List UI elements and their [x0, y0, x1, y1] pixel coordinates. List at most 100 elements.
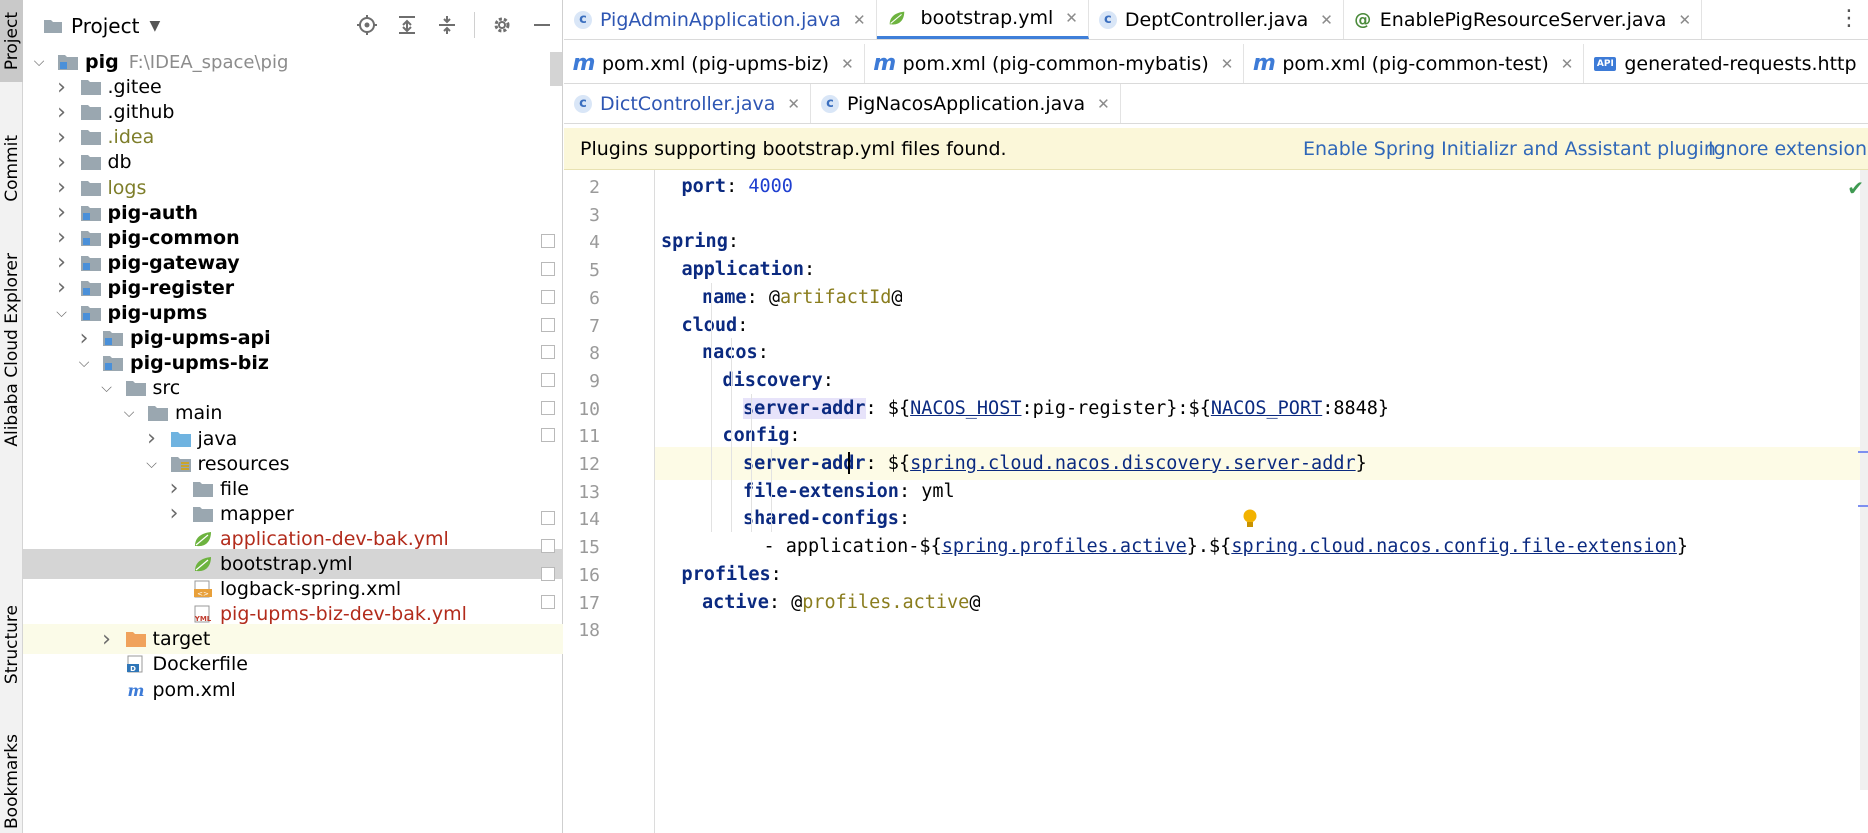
line-number: 6	[589, 287, 600, 309]
close-icon[interactable]: ✕	[1320, 11, 1333, 29]
chevron-right-icon[interactable]: ›	[166, 476, 182, 501]
chevron-right-icon[interactable]: ›	[54, 100, 70, 125]
project-view-selector[interactable]: Project ▼	[43, 14, 160, 38]
chevron-right-icon[interactable]: ›	[144, 426, 160, 451]
fold-marker-icon[interactable]	[541, 372, 555, 387]
tab-label: EnablePigResourceServer.java	[1379, 8, 1667, 31]
tree-item[interactable]: ›mpom.xml	[23, 675, 563, 705]
editor-tab[interactable]: APIgenerated-requests.http✕	[1584, 44, 1868, 83]
chevron-right-icon[interactable]: ›	[54, 225, 70, 250]
fold-marker-icon[interactable]	[541, 594, 555, 609]
chevron-down-icon[interactable]: ⌵	[54, 305, 70, 321]
editor-tab[interactable]: @ EnablePigResourceServer.java ✕	[1344, 0, 1703, 39]
gear-icon[interactable]	[489, 12, 515, 38]
error-stripe-mark[interactable]	[1858, 505, 1868, 507]
chevron-right-icon[interactable]: ›	[54, 125, 70, 150]
tree-item-label: mapper	[220, 502, 294, 525]
editor-tab[interactable]: c DeptController.java ✕	[1089, 0, 1344, 39]
folder-blue-icon	[170, 431, 191, 447]
lightbulb-icon[interactable]	[1242, 508, 1258, 530]
fold-marker-icon[interactable]	[541, 428, 555, 443]
fold-marker-icon[interactable]	[541, 566, 555, 581]
locate-icon[interactable]	[354, 12, 380, 38]
close-icon[interactable]: ✕	[1221, 55, 1234, 73]
code-token: :	[822, 369, 834, 391]
close-icon[interactable]: ✕	[1678, 11, 1691, 29]
close-icon[interactable]: ✕	[1065, 9, 1078, 27]
close-icon[interactable]: ✕	[853, 11, 866, 29]
close-icon[interactable]: ✕	[1097, 95, 1110, 113]
fold-marker-icon[interactable]	[541, 511, 555, 526]
chevron-down-icon[interactable]: ⌵	[99, 380, 115, 396]
toolstrip-tab-project[interactable]: Project	[0, 0, 23, 82]
chevron-right-icon[interactable]: ›	[54, 200, 70, 225]
fold-marker-icon[interactable]	[541, 317, 555, 332]
svg-text:<>: <>	[197, 590, 209, 598]
chevron-right-icon[interactable]: ›	[99, 627, 115, 652]
editor-tab[interactable]: m pom.xml (pig-upms-biz) ✕	[564, 44, 865, 83]
tree-item-label: main	[175, 402, 223, 425]
resources-icon	[170, 456, 191, 472]
no-problems-check-icon[interactable]: ✔	[1847, 176, 1864, 200]
code-token: spring.cloud.nacos.discovery.server-addr	[910, 453, 1356, 474]
chevron-right-icon[interactable]: ›	[54, 150, 70, 175]
tab-label: PigAdminApplication.java	[600, 8, 841, 31]
chevron-down-icon[interactable]: ⌵	[76, 355, 92, 371]
collapse-all-icon[interactable]	[434, 12, 460, 38]
code-token: NACOS_HOST	[910, 397, 1022, 419]
fold-marker-icon[interactable]	[541, 400, 555, 415]
editor-tab[interactable]: c PigAdminApplication.java ✕	[564, 0, 877, 39]
tree-item-label: src	[152, 377, 181, 400]
chevron-right-icon[interactable]: ›	[54, 75, 70, 100]
tree-item-label: pig-gateway	[107, 251, 240, 274]
code-token: :	[727, 231, 739, 253]
module-icon	[80, 280, 101, 296]
code-token: 4000	[748, 176, 793, 197]
editor-tab[interactable]: c PigNacosApplication.java ✕	[811, 84, 1121, 123]
chevron-right-icon[interactable]: ›	[166, 501, 182, 526]
editor-tab-row: c DictController.java ✕ c PigNacosApplicatio…	[564, 84, 1868, 124]
chevron-down-icon[interactable]: ⌵	[31, 54, 47, 70]
project-title: Project	[71, 14, 140, 38]
chevron-right-icon[interactable]: ›	[54, 275, 70, 300]
editor-scrollbar[interactable]	[1860, 170, 1868, 790]
code-token: :	[737, 314, 749, 336]
close-icon[interactable]: ✕	[841, 55, 854, 73]
chevron-right-icon[interactable]: ›	[54, 175, 70, 200]
editor-tab[interactable]: m pom.xml (pig-common-mybatis) ✕	[865, 44, 1245, 83]
tree-item-label: pig-upms-api	[130, 327, 271, 350]
code-token: : ${	[865, 453, 911, 474]
toolstrip-tab-bookmarks[interactable]: Bookmarks	[0, 730, 23, 833]
chevron-down-icon[interactable]: ⌵	[144, 456, 160, 472]
chevron-right-icon[interactable]: ›	[54, 250, 70, 275]
chevron-down-icon[interactable]: ⌵	[121, 405, 137, 421]
minimize-icon[interactable]	[529, 12, 555, 38]
expand-all-icon[interactable]	[394, 12, 420, 38]
editor-tab[interactable]: bootstrap.yml ✕	[876, 0, 1089, 39]
code-editor[interactable]: 2 3 4 5 6 7 8 9 10 11 12 13 14 15 16 17 18 port: 4000 spr…	[541, 170, 1868, 833]
chevron-right-icon[interactable]: ›	[76, 326, 92, 351]
tool-window-strip: Project Commit Alibaba Cloud Explorer St…	[0, 0, 23, 833]
toolstrip-tab-structure[interactable]: Structure	[0, 600, 23, 690]
error-stripe-mark[interactable]	[1858, 451, 1868, 453]
folder-icon	[80, 155, 101, 171]
folder-icon	[193, 506, 213, 522]
fold-marker-icon[interactable]	[541, 262, 555, 277]
fold-marker-icon[interactable]	[541, 345, 555, 360]
toolstrip-tab-commit[interactable]: Commit	[0, 118, 23, 218]
fold-marker-icon[interactable]	[541, 289, 555, 304]
fold-marker-icon[interactable]	[541, 539, 555, 554]
code-token: - application-${	[763, 536, 942, 558]
close-icon[interactable]: ✕	[1561, 55, 1574, 73]
line-number: 9	[589, 370, 600, 392]
more-tabs-icon[interactable]: ⋮	[1838, 6, 1860, 31]
close-icon[interactable]: ✕	[787, 95, 800, 113]
fold-marker-icon[interactable]	[541, 234, 555, 249]
xml-icon: <>	[194, 580, 212, 598]
http-request-icon: API	[1594, 56, 1617, 71]
editor-tab[interactable]: m pom.xml (pig-common-test) ✕	[1244, 44, 1585, 83]
code-token: : @	[768, 591, 803, 613]
editor-tab[interactable]: c DictController.java ✕	[564, 84, 811, 123]
toolstrip-tab-alibaba-cloud-explorer[interactable]: Alibaba Cloud Explorer	[0, 250, 23, 450]
folder-icon	[80, 80, 101, 96]
